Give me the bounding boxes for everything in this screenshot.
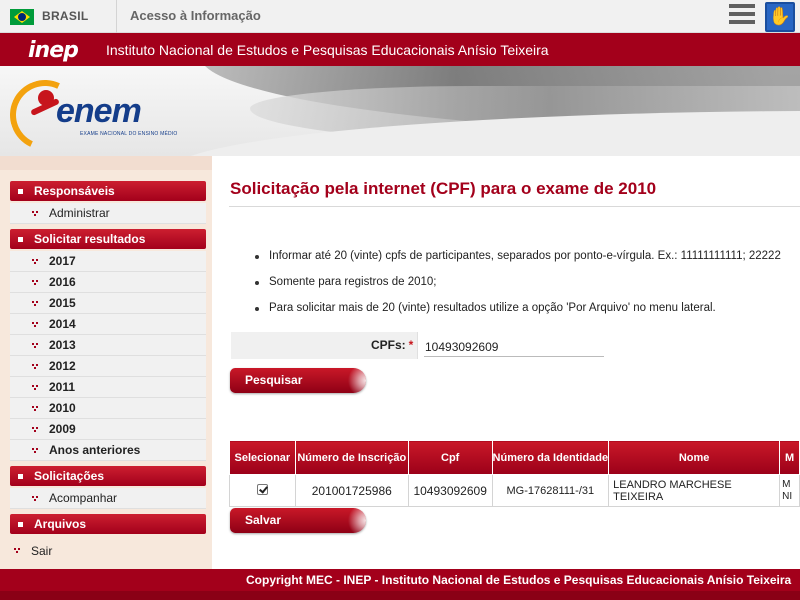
inep-name: Instituto Nacional de Estudos e Pesquisa… xyxy=(106,42,549,58)
sidebar-item-label: Administrar xyxy=(49,206,110,220)
enem-logo-subtitle: EXAME NACIONAL DO ENSINO MÉDIO xyxy=(80,131,178,137)
divider xyxy=(116,0,117,33)
sidebar-item-label: 2016 xyxy=(49,275,76,289)
sair-label: Sair xyxy=(31,544,53,558)
sidebar-item-label: 2011 xyxy=(49,380,76,394)
sidebar-item-2014[interactable]: 2014 xyxy=(10,314,206,335)
column-header: Nome xyxy=(608,440,781,475)
brazil-flag-icon xyxy=(10,9,34,25)
table-row: 201001725986 10493092609 MG-17628111-/31… xyxy=(229,474,800,507)
column-header: Número de Inscrição xyxy=(294,440,409,475)
brasil-link[interactable]: BRASIL xyxy=(42,9,88,23)
identidade-cell: MG-17628111-/31 xyxy=(491,474,610,507)
sidebar-item-label: 2013 xyxy=(49,338,76,352)
instruction-item: Somente para registros de 2010; xyxy=(255,276,800,302)
sidebar-item-2010[interactable]: 2010 xyxy=(10,398,206,419)
section-label: Responsáveis xyxy=(34,184,115,198)
cpf-label: CPFs: * xyxy=(371,338,414,352)
required-marker: * xyxy=(408,338,414,352)
section-label: Solicitações xyxy=(34,469,105,483)
inscricao-cell: 201001725986 xyxy=(294,474,409,507)
libras-hand-icon[interactable]: ✋ xyxy=(765,2,795,32)
sidebar-item-label: 2017 xyxy=(49,254,76,268)
column-header: Cpf xyxy=(407,440,493,475)
gov-bar: BRASIL Acesso à Informação ✋ xyxy=(0,0,800,33)
sidebar-item-label: 2012 xyxy=(49,359,76,373)
sair-link[interactable]: Sair xyxy=(10,541,206,561)
enem-logo[interactable]: enem EXAME NACIONAL DO ENSINO MÉDIO xyxy=(0,70,178,156)
sidebar-section-arquivos[interactable]: Arquivos xyxy=(10,514,206,534)
sidebar-item-2015[interactable]: 2015 xyxy=(10,293,206,314)
inep-logo[interactable]: inep xyxy=(28,38,79,63)
title-divider xyxy=(229,206,800,207)
page-title: Solicitação pela internet (CPF) para o e… xyxy=(230,179,657,198)
salvar-button[interactable]: Salvar xyxy=(230,508,366,533)
results-table: Selecionar Número de Inscrição Cpf Númer… xyxy=(229,440,800,507)
inep-header: inep Instituto Nacional de Estudos e Pes… xyxy=(0,33,800,66)
hamburger-icon[interactable] xyxy=(729,4,755,28)
section-label: Solicitar resultados xyxy=(34,232,146,246)
sidebar-item-2016[interactable]: 2016 xyxy=(10,272,206,293)
enem-logo-text: enem xyxy=(56,92,142,130)
sidebar-section-responsaveis[interactable]: Responsáveis xyxy=(10,181,206,201)
sidebar-item-label: 2014 xyxy=(49,317,76,331)
select-checkbox[interactable] xyxy=(256,484,268,495)
footer: Copyright MEC - INEP - Instituto Naciona… xyxy=(0,569,800,591)
instruction-item: Informar até 20 (vinte) cpfs de particip… xyxy=(255,250,800,276)
cpf-cell: 10493092609 xyxy=(407,474,493,507)
sidebar-item-acompanhar[interactable]: Acompanhar xyxy=(10,488,206,509)
instruction-item: Para solicitar mais de 20 (vinte) result… xyxy=(255,302,800,328)
extra-cell: M NI xyxy=(779,474,800,507)
sidebar-item-2009[interactable]: 2009 xyxy=(10,419,206,440)
sidebar-item-2012[interactable]: 2012 xyxy=(10,356,206,377)
sidebar-item-label: 2010 xyxy=(49,401,76,415)
column-header: Selecionar xyxy=(229,440,296,475)
sidebar-section-solicitar-resultados[interactable]: Solicitar resultados xyxy=(10,229,206,249)
sidebar-item-administrar[interactable]: Administrar xyxy=(10,203,206,224)
nome-cell: LEANDRO MARCHESE TEIXEIRA xyxy=(608,474,781,507)
copyright-text: Copyright MEC - INEP - Instituto Naciona… xyxy=(246,573,792,587)
column-header: Número da Identidade xyxy=(491,440,610,475)
sidebar-item-label: 2015 xyxy=(49,296,76,310)
instructions-list: Informar até 20 (vinte) cpfs de particip… xyxy=(255,250,800,328)
sidebar-item-label: Acompanhar xyxy=(49,491,118,505)
column-header: M xyxy=(779,440,800,475)
sidebar-item-2011[interactable]: 2011 xyxy=(10,377,206,398)
sidebar-section-solicitacoes[interactable]: Solicitações xyxy=(10,466,206,486)
cpf-input[interactable] xyxy=(424,337,604,357)
enem-banner: enem EXAME NACIONAL DO ENSINO MÉDIO xyxy=(0,66,800,156)
sidebar-item-2017[interactable]: 2017 xyxy=(10,251,206,272)
section-label: Arquivos xyxy=(34,517,87,531)
acesso-informacao-link[interactable]: Acesso à Informação xyxy=(130,8,261,23)
cpf-form-row: CPFs: * xyxy=(231,332,607,359)
sidebar-item-anos-anteriores[interactable]: Anos anteriores xyxy=(10,440,206,461)
sidebar-item-2013[interactable]: 2013 xyxy=(10,335,206,356)
sidebar-item-label: 2009 xyxy=(49,422,76,436)
pesquisar-button[interactable]: Pesquisar xyxy=(230,368,366,393)
sidebar-item-label: Anos anteriores xyxy=(49,443,141,457)
